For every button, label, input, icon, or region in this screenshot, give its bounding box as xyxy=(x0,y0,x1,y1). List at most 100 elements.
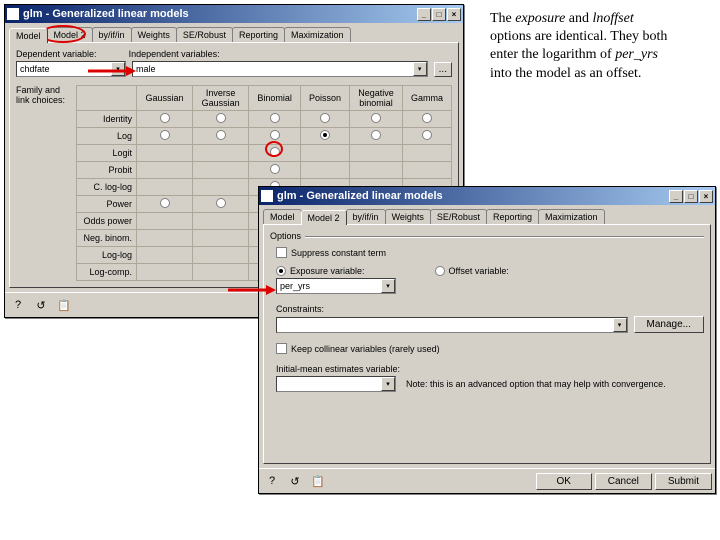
tab-model2[interactable]: Model 2 xyxy=(301,210,347,225)
mh-invgauss: Inverse Gaussian xyxy=(193,86,249,111)
constraints-label: Constraints: xyxy=(270,304,704,314)
cancel-button[interactable]: Cancel xyxy=(595,473,652,490)
radio-cell[interactable] xyxy=(320,113,330,123)
main-window-2: glm - Generalized linear models _ □ × Mo… xyxy=(258,186,716,494)
mh-gamma: Gamma xyxy=(403,86,452,111)
row-cloglog: C. log-log xyxy=(77,179,137,196)
chevron-down-icon: ▾ xyxy=(381,279,395,293)
indep-label: Independent variables: xyxy=(129,49,220,59)
dep-combo[interactable]: chdfate ▾ xyxy=(16,61,126,77)
chevron-down-icon: ▾ xyxy=(111,62,125,76)
options-label: Options xyxy=(270,231,301,241)
radio-cell[interactable] xyxy=(270,130,280,140)
dep-value: chdfate xyxy=(20,64,50,74)
radio-cell[interactable] xyxy=(160,198,170,208)
offset-label: Offset variable: xyxy=(449,266,509,276)
tab-reporting[interactable]: Reporting xyxy=(486,209,539,224)
help-icon[interactable]: ? xyxy=(262,472,282,490)
initmean-combo[interactable]: ▾ xyxy=(276,376,396,392)
tab-max[interactable]: Maximization xyxy=(538,209,605,224)
row-identity: Identity xyxy=(77,111,137,128)
manage-button[interactable]: Manage... xyxy=(634,316,704,333)
mh-poisson: Poisson xyxy=(301,86,350,111)
exposure-combo[interactable]: per_yrs ▾ xyxy=(276,278,396,294)
model2-panel: Options Suppress constant term Exposure … xyxy=(263,224,711,464)
radio-cell[interactable] xyxy=(160,113,170,123)
tab-se[interactable]: SE/Robust xyxy=(176,27,233,42)
radio-cell[interactable] xyxy=(216,198,226,208)
tab-weights[interactable]: Weights xyxy=(385,209,431,224)
mh-blank xyxy=(77,86,137,111)
close-button[interactable]: × xyxy=(699,190,713,203)
help-icon[interactable]: ? xyxy=(8,296,28,314)
tab-model[interactable]: Model xyxy=(9,28,48,43)
radio-cell[interactable] xyxy=(422,113,432,123)
suppress-checkbox[interactable] xyxy=(276,247,287,258)
radio-cell[interactable] xyxy=(160,130,170,140)
mh-gaussian: Gaussian xyxy=(137,86,193,111)
chevron-down-icon: ▾ xyxy=(613,318,627,332)
maximize-button[interactable]: □ xyxy=(684,190,698,203)
family-label: Family and link choices: xyxy=(16,85,76,105)
keep-checkbox[interactable] xyxy=(276,343,287,354)
tab-model2[interactable]: Model 2 xyxy=(47,27,93,42)
reset-icon[interactable]: ↺ xyxy=(31,296,51,314)
row-power: Power xyxy=(77,196,137,213)
row-negbinom: Neg. binom. xyxy=(77,230,137,247)
submit-button[interactable]: Submit xyxy=(655,473,712,490)
annotation-text: The exposure and lnoffset options are id… xyxy=(490,10,710,83)
radio-cell[interactable] xyxy=(270,147,280,157)
tab-max[interactable]: Maximization xyxy=(284,27,351,42)
radio-cell[interactable] xyxy=(371,113,381,123)
minimize-button[interactable]: _ xyxy=(669,190,683,203)
tab-byifin[interactable]: by/if/in xyxy=(92,27,132,42)
row-logit: Logit xyxy=(77,145,137,162)
close-button[interactable]: × xyxy=(447,8,461,21)
exposure-radio[interactable] xyxy=(276,266,286,276)
mh-negbin: Negative binomial xyxy=(349,86,402,111)
initmean-label: Initial-mean estimates variable: xyxy=(270,364,704,374)
indep-value: male xyxy=(136,64,156,74)
reset-icon[interactable]: ↺ xyxy=(285,472,305,490)
titlebar-1: glm - Generalized linear models _ □ × xyxy=(5,5,463,23)
indep-combo[interactable]: male ▾ xyxy=(132,61,428,77)
copy-icon[interactable]: 📋 xyxy=(54,296,74,314)
radio-cell[interactable] xyxy=(270,164,280,174)
tab-row-2: Model Model 2 by/if/in Weights SE/Robust… xyxy=(259,205,715,224)
exposure-label: Exposure variable: xyxy=(290,266,365,276)
note-text: Note: this is an advanced option that ma… xyxy=(406,379,666,389)
tab-se[interactable]: SE/Robust xyxy=(430,209,487,224)
radio-cell[interactable] xyxy=(371,130,381,140)
constraints-combo[interactable]: ▾ xyxy=(276,317,628,333)
row-loglog: Log-log xyxy=(77,247,137,264)
mh-binomial: Binomial xyxy=(249,86,301,111)
group-line xyxy=(305,236,704,237)
row-probit: Probit xyxy=(77,162,137,179)
tab-model[interactable]: Model xyxy=(263,209,302,224)
tab-weights[interactable]: Weights xyxy=(131,27,177,42)
keep-label: Keep collinear variables (rarely used) xyxy=(291,344,440,354)
radio-cell[interactable] xyxy=(422,130,432,140)
app-icon xyxy=(261,190,273,202)
radio-cell[interactable] xyxy=(270,113,280,123)
titlebar-2: glm - Generalized linear models _ □ × xyxy=(259,187,715,205)
tab-byifin[interactable]: by/if/in xyxy=(346,209,386,224)
row-log: Log xyxy=(77,128,137,145)
radio-cell[interactable] xyxy=(216,113,226,123)
maximize-button[interactable]: □ xyxy=(432,8,446,21)
builder-button[interactable]: ... xyxy=(434,62,452,77)
offset-radio[interactable] xyxy=(435,266,445,276)
radio-cell[interactable] xyxy=(216,130,226,140)
chevron-down-icon: ▾ xyxy=(413,62,427,76)
ok-button[interactable]: OK xyxy=(536,473,592,490)
tab-row-1: Model Model 2 by/if/in Weights SE/Robust… xyxy=(5,23,463,42)
chevron-down-icon: ▾ xyxy=(381,377,395,391)
radio-cell[interactable] xyxy=(320,130,330,140)
copy-icon[interactable]: 📋 xyxy=(308,472,328,490)
exposure-value: per_yrs xyxy=(280,281,310,291)
suppress-label: Suppress constant term xyxy=(291,248,386,258)
tab-reporting[interactable]: Reporting xyxy=(232,27,285,42)
minimize-button[interactable]: _ xyxy=(417,8,431,21)
footer-2: ? ↺ 📋 OK Cancel Submit xyxy=(259,468,715,493)
row-oddspower: Odds power xyxy=(77,213,137,230)
